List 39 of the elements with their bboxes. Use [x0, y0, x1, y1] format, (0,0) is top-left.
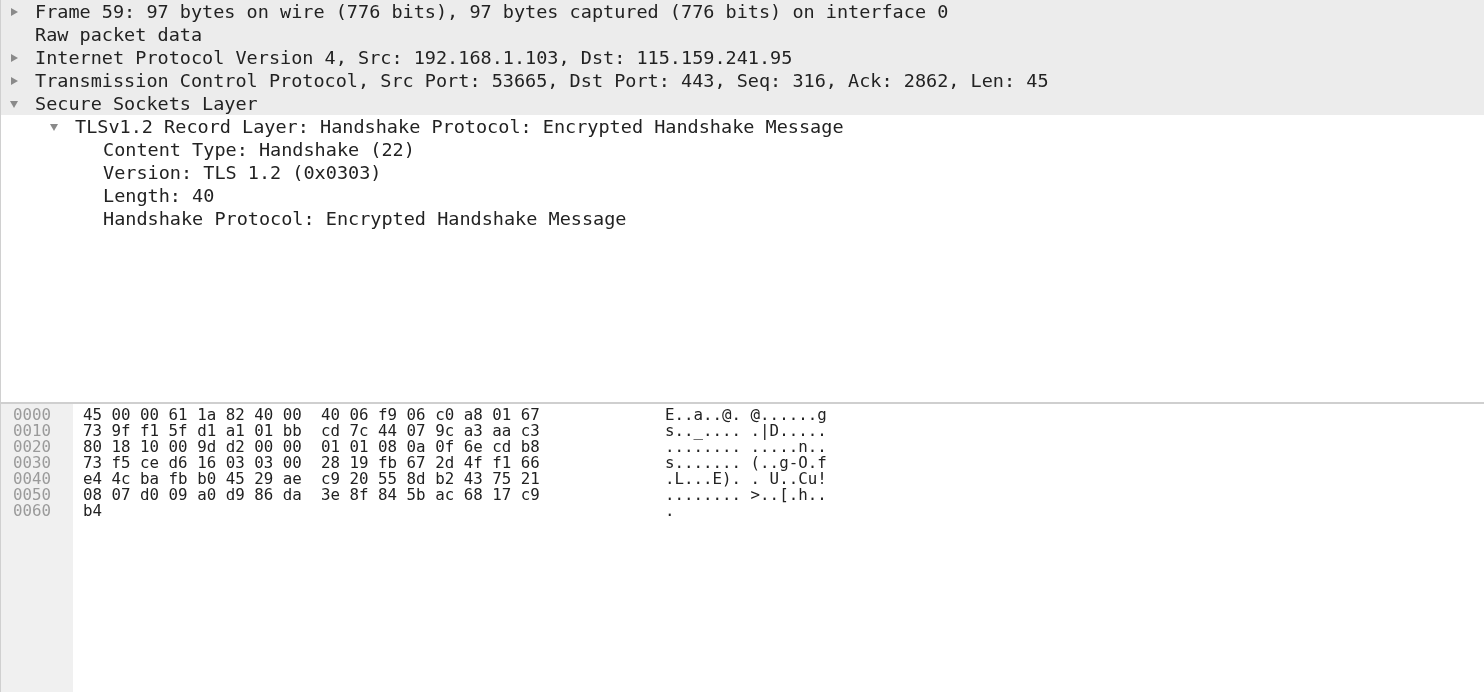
hex-bytes: c9 20 55 8d b2 43 75 21: [321, 469, 540, 488]
hex-bytes: e4 4c ba fb b0 45 29 ae: [83, 469, 302, 488]
tree-item-label[interactable]: Version: TLS 1.2 (0x0303): [103, 161, 382, 184]
byte-offset: 0060: [13, 503, 52, 519]
expanded-triangle-icon[interactable]: [9, 98, 19, 109]
byte-offset: 0030: [13, 455, 52, 471]
tree-item-label[interactable]: Length: 40: [103, 184, 215, 207]
byte-offset: 0000: [13, 407, 52, 423]
byte-offset: 0010: [13, 423, 52, 439]
byte-offset: 0020: [13, 439, 52, 455]
tree-item-label[interactable]: Content Type: Handshake (22): [103, 138, 415, 161]
tree-item-label[interactable]: Raw packet data: [35, 23, 203, 46]
collapsed-triangle-icon[interactable]: [9, 6, 19, 17]
tree-item-label[interactable]: Handshake Protocol: Encrypted Handshake Message: [103, 207, 627, 230]
hex-bytes: 73 9f f1 5f d1 a1 01 bb: [83, 421, 302, 440]
hex-bytes: 40 06 f9 06 c0 a8 01 67: [321, 405, 540, 424]
tree-item-label[interactable]: TLSv1.2 Record Layer: Handshake Protocol: Encrypted Handshake Message: [75, 115, 844, 138]
ascii-bytes: ........ >..[.h..: [665, 487, 827, 503]
hex-bytes: 28 19 fb 67 2d 4f f1 66: [321, 453, 540, 472]
ascii-bytes: .L...E). . U..Cu!: [665, 471, 827, 487]
hex-bytes: cd 7c 44 07 9c a3 aa c3: [321, 421, 540, 440]
byte-offset: 0040: [13, 471, 52, 487]
hex-bytes: 45 00 00 61 1a 82 40 00: [83, 405, 302, 424]
ascii-bytes: ........ .....n..: [665, 439, 827, 455]
hex-bytes: 3e 8f 84 5b ac 68 17 c9: [321, 485, 540, 504]
collapsed-triangle-icon[interactable]: [9, 75, 19, 86]
hex-bytes: 73 f5 ce d6 16 03 03 00: [83, 453, 302, 472]
ascii-bytes: E..a..@. @......g: [665, 407, 827, 423]
hex-bytes: b4: [83, 501, 103, 520]
tree-item-label[interactable]: Secure Sockets Layer: [35, 92, 258, 115]
ascii-bytes: s.._.... .|D.....: [665, 423, 827, 439]
ascii-bytes: .: [665, 503, 675, 519]
hex-bytes: 08 07 d0 09 a0 d9 86 da: [83, 485, 302, 504]
byte-offset: 0050: [13, 487, 52, 503]
ascii-bytes: s....... (..g-O.f: [665, 455, 827, 471]
collapsed-triangle-icon[interactable]: [9, 52, 19, 63]
hex-bytes: 01 01 08 0a 0f 6e cd b8: [321, 437, 540, 456]
expanded-triangle-icon[interactable]: [49, 121, 59, 132]
hex-bytes: 80 18 10 00 9d d2 00 00: [83, 437, 302, 456]
